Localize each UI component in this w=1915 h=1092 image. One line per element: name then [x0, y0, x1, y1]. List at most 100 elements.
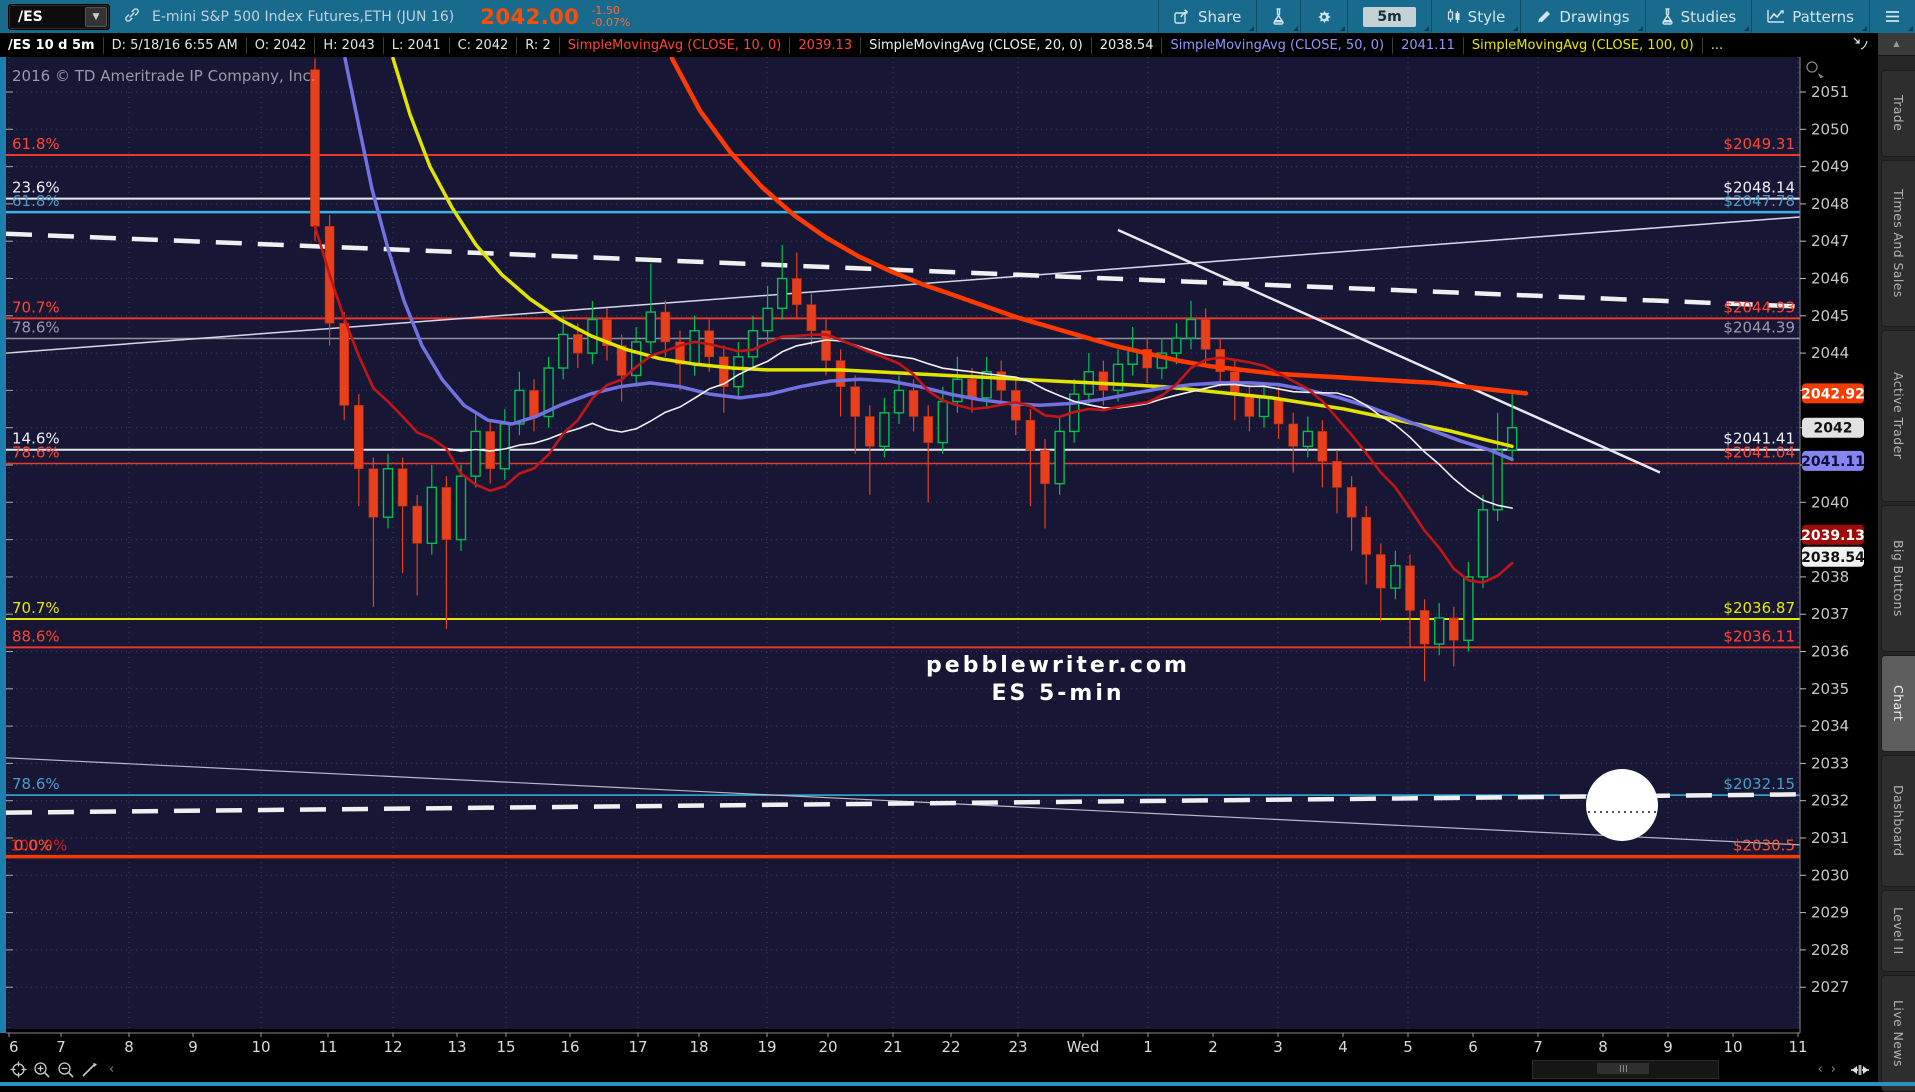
- collapse-chart-icon[interactable]: [1853, 37, 1868, 54]
- sidebar-tab-chart[interactable]: Chart: [1881, 655, 1915, 752]
- settings-button[interactable]: [1300, 0, 1347, 33]
- time-tick-label: 7: [1533, 1038, 1543, 1056]
- time-tick-label: 13: [447, 1038, 466, 1056]
- sidebar-tab-trade[interactable]: Trade: [1881, 70, 1915, 157]
- candle: [441, 487, 452, 540]
- sidebar-tab-active-trader[interactable]: Active Trader: [1881, 330, 1915, 502]
- menu-button[interactable]: [1869, 0, 1915, 33]
- candle: [1492, 449, 1503, 511]
- candle: [499, 423, 510, 470]
- link-icon[interactable]: [124, 7, 140, 27]
- candle: [1449, 617, 1459, 641]
- top-toolbar: /ES ▼ E-mini S&P 500 Index Futures,ETH (…: [0, 0, 1915, 34]
- sidebar-scroll-up[interactable]: ▲: [1878, 33, 1915, 56]
- candle: [1463, 576, 1474, 642]
- chart-canvas[interactable]: 61.8% $2049.3123.6% $2048.1461.8% $2047.787…: [0, 0, 1915, 1086]
- instrument-description: E-mini S&P 500 Index Futures,ETH (JUN 16…: [152, 8, 455, 25]
- candle: [1317, 431, 1328, 462]
- time-tick-label: 17: [628, 1038, 647, 1056]
- zoom-out-icon[interactable]: [57, 1061, 75, 1079]
- candle: [864, 416, 875, 447]
- gear-icon: [1316, 9, 1332, 25]
- sidebar-tab-level-ii[interactable]: Level II: [1881, 890, 1915, 972]
- chart-symbol-summary: /ES 10 d 5m: [0, 36, 104, 54]
- sidebar-tab-live-news[interactable]: Live News: [1881, 975, 1915, 1092]
- candle: [1054, 430, 1065, 485]
- studies-ellipsis[interactable]: ...: [1703, 37, 1731, 54]
- analyze-button[interactable]: [1256, 0, 1300, 33]
- candle: [879, 412, 890, 448]
- study-label[interactable]: SimpleMovingAvg (CLOSE, 100, 0): [1464, 36, 1703, 54]
- price-tick-label: 2049: [1811, 158, 1849, 176]
- window-bottom-edge: [0, 1082, 1915, 1086]
- candle: [835, 360, 846, 387]
- watermark-line2: ES 5-min: [991, 681, 1124, 706]
- ohlc-field: R: 2: [517, 36, 560, 54]
- candle: [1405, 565, 1415, 611]
- sidebar-tab-big-buttons[interactable]: Big Buttons: [1881, 505, 1915, 652]
- time-scrollbar-thumb[interactable]: [1597, 1063, 1649, 1074]
- candle: [1477, 509, 1489, 578]
- candle: [893, 389, 905, 414]
- fib-price-label: $2044.93: [1723, 298, 1795, 316]
- candle: [791, 278, 802, 305]
- flask-icon: [1661, 8, 1674, 25]
- fit-width-icon[interactable]: [1850, 1063, 1870, 1077]
- price-tick-label: 2029: [1811, 904, 1849, 922]
- fib-pct-label: 70.7%: [12, 298, 60, 316]
- fib-pct-label: 61.8%: [12, 135, 60, 153]
- fib-pct-label: 88.6%: [12, 627, 60, 645]
- scroll-left-arrow[interactable]: ‹: [1818, 1062, 1823, 1077]
- price-tick-label: 2045: [1811, 307, 1849, 325]
- candle: [1302, 430, 1314, 448]
- change-percent: -0.07%: [591, 15, 631, 29]
- chevron-down-icon[interactable]: ▼: [85, 6, 107, 27]
- fib-price-label: $2047.78: [1723, 192, 1795, 210]
- study-label[interactable]: SimpleMovingAvg (CLOSE, 50, 0): [1162, 36, 1394, 54]
- drawings-label: Drawings: [1559, 7, 1630, 26]
- app-window: 61.8% $2049.31 23.6% $2048.14 61.8% $2047.78 7…: [0, 0, 1915, 1092]
- candle: [1361, 516, 1371, 555]
- time-tick-label: 23: [1008, 1038, 1027, 1056]
- timeframe-button[interactable]: 5m: [1347, 0, 1430, 33]
- study-label[interactable]: SimpleMovingAvg (CLOSE, 20, 0): [861, 36, 1092, 54]
- candle: [850, 386, 861, 417]
- sidebar-tab-dashboard[interactable]: Dashboard: [1881, 755, 1915, 887]
- study-label[interactable]: SimpleMovingAvg (CLOSE, 10, 0): [560, 36, 791, 54]
- zoom-in-icon[interactable]: [33, 1061, 51, 1079]
- right-sidebar: ▲ Trade Times And Sales Active Trader Big B…: [1878, 33, 1915, 1092]
- time-scrollbar-track[interactable]: [1532, 1060, 1719, 1079]
- candle: [1025, 419, 1036, 451]
- sidebar-tab-label: Trade: [1891, 95, 1906, 132]
- fib-pct-label: 78.6%: [12, 775, 60, 793]
- studies-button[interactable]: Studies: [1644, 0, 1752, 33]
- time-tick-label: 6: [1468, 1038, 1478, 1056]
- candle: [310, 69, 320, 227]
- candle: [689, 330, 700, 365]
- share-button[interactable]: Share: [1158, 0, 1256, 33]
- sidebar-tab-times-and-sales[interactable]: Times And Sales: [1881, 160, 1915, 327]
- time-tick-label: 3: [1273, 1038, 1283, 1056]
- trendline-tool-icon[interactable]: [81, 1062, 99, 1078]
- time-tick-label: 10: [251, 1038, 270, 1056]
- patterns-button[interactable]: Patterns: [1751, 0, 1869, 33]
- crosshair-tool-icon[interactable]: [10, 1061, 27, 1078]
- price-tick-label: 2047: [1811, 232, 1849, 250]
- pan-left-chevron[interactable]: ‹: [109, 1062, 114, 1077]
- style-button[interactable]: Style: [1430, 0, 1521, 33]
- scroll-right-arrow[interactable]: ›: [1831, 1062, 1836, 1077]
- price-badge-label: 2038.54: [1801, 550, 1865, 566]
- fib-price-label: $2041.04: [1723, 444, 1795, 462]
- drawings-button[interactable]: Drawings: [1520, 0, 1644, 33]
- time-tick-label: 8: [1598, 1038, 1608, 1056]
- sidebar-tab-label: Active Trader: [1891, 372, 1906, 460]
- time-tick-label: 20: [818, 1038, 837, 1056]
- candle: [660, 311, 671, 343]
- fib-price-label: $2036.87: [1723, 599, 1795, 617]
- time-tick-label: 6: [9, 1038, 19, 1056]
- candle: [1040, 449, 1050, 484]
- candle: [382, 468, 394, 518]
- candle: [1098, 371, 1109, 391]
- symbol-select[interactable]: /ES ▼: [8, 3, 110, 30]
- sidebar-tab-label: Level II: [1891, 907, 1906, 955]
